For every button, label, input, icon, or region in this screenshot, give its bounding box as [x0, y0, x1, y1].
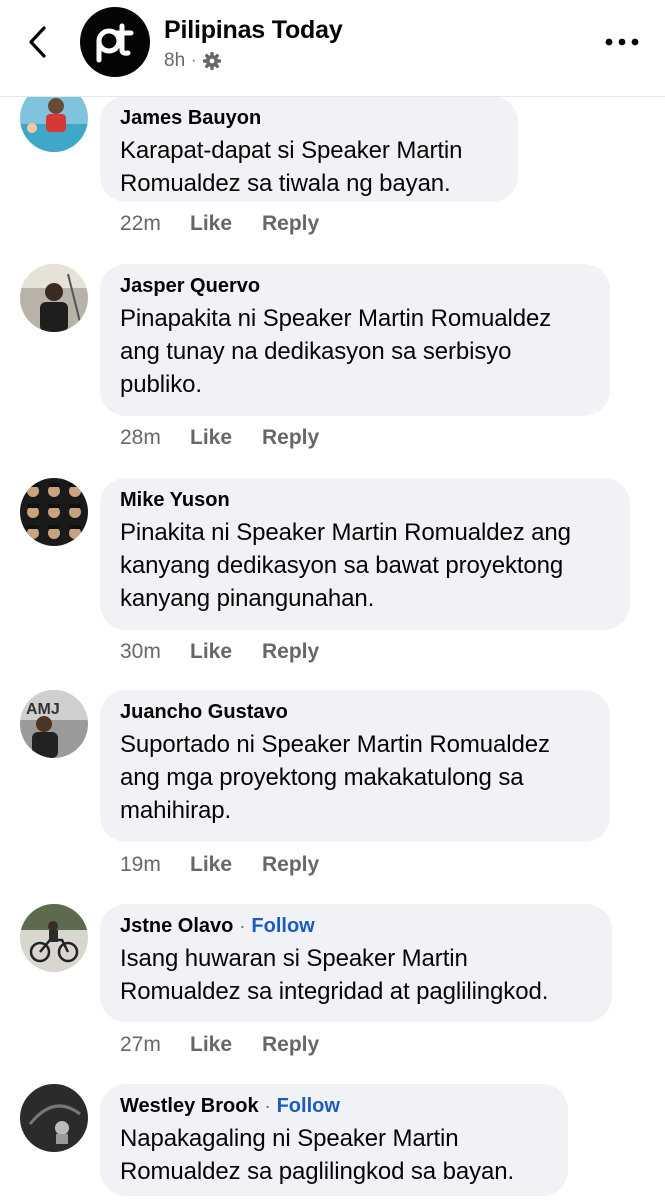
more-options-button[interactable] [598, 22, 646, 62]
comment-bubble: Mike Yuson Pinakita ni Speaker Martin Ro… [100, 478, 630, 630]
avatar[interactable] [20, 264, 88, 332]
comment-bubble: Jasper Quervo Pinapakita ni Speaker Mart… [100, 264, 610, 416]
chevron-left-icon [29, 26, 46, 58]
comment-actions: 28m Like Reply [120, 426, 319, 450]
comment-author[interactable]: James Bauyon [120, 107, 261, 130]
comment-author[interactable]: Westley Brook [120, 1095, 259, 1118]
comment-time[interactable]: 27m [120, 1033, 190, 1057]
back-button[interactable] [18, 22, 58, 62]
comment-text: Karapat-dapat si Speaker Martin Romualde… [120, 137, 463, 197]
post-header: Pilipinas Today 8h · [0, 0, 665, 97]
like-button[interactable]: Like [190, 853, 262, 877]
like-button[interactable]: Like [190, 212, 262, 236]
reply-button[interactable]: Reply [262, 853, 319, 877]
comment-text: Isang huwaran si Speaker Martin Romualde… [120, 945, 549, 1005]
page-avatar[interactable] [80, 7, 150, 77]
reply-button[interactable]: Reply [262, 640, 319, 664]
svg-text:AMJ: AMJ [26, 701, 60, 718]
avatar[interactable]: AMJ [20, 690, 88, 758]
comment-actions: 22m Like Reply [120, 212, 319, 236]
author-separator: · [239, 915, 246, 936]
follow-button[interactable]: Follow [277, 1095, 340, 1118]
comment-time[interactable]: 30m [120, 640, 190, 664]
comment-actions: 19m Like Reply [120, 853, 319, 877]
comment-text: Napakagaling ni Speaker Martin Romualdez… [120, 1125, 515, 1185]
more-horizontal-icon [605, 38, 639, 46]
comment-bubble: James Bauyon Karapat-dapat si Speaker Ma… [100, 96, 518, 202]
comment-author[interactable]: Jasper Quervo [120, 275, 260, 298]
like-button[interactable]: Like [190, 426, 262, 450]
page-name[interactable]: Pilipinas Today [164, 16, 343, 45]
comment-time[interactable]: 28m [120, 426, 190, 450]
reply-button[interactable]: Reply [262, 212, 319, 236]
comment-bubble: Juancho Gustavo Suportado ni Speaker Mar… [100, 690, 610, 842]
follow-button[interactable]: Follow [251, 915, 314, 938]
comment-author[interactable]: Juancho Gustavo [120, 701, 288, 724]
like-button[interactable]: Like [190, 640, 262, 664]
avatar[interactable] [20, 478, 88, 546]
comment-text: Pinapakita ni Speaker Martin Romualdez a… [120, 305, 552, 398]
post-meta: 8h · [164, 50, 222, 72]
comment-time[interactable]: 22m [120, 212, 190, 236]
pilipinas-today-logo [96, 23, 134, 63]
comment-actions: 30m Like Reply [120, 640, 319, 664]
post-age[interactable]: 8h [164, 50, 185, 72]
comment-bubble: Jstne Olavo · Follow Isang huwaran si Sp… [100, 904, 612, 1022]
comments-screen: Pilipinas Today 8h · James Bauyon Karapa… [0, 0, 665, 1200]
like-button[interactable]: Like [190, 1033, 262, 1057]
comment-text: Suportado ni Speaker Martin Romualdez an… [120, 731, 550, 824]
comment-author[interactable]: Mike Yuson [120, 489, 230, 512]
avatar[interactable] [20, 904, 88, 972]
comment-actions: 27m Like Reply [120, 1033, 319, 1057]
comment-time[interactable]: 19m [120, 853, 190, 877]
comment-bubble: Westley Brook · Follow Napakagaling ni S… [100, 1084, 568, 1196]
gear-icon [203, 52, 222, 70]
reply-button[interactable]: Reply [262, 426, 319, 450]
avatar[interactable] [20, 1084, 88, 1152]
meta-separator: · [191, 52, 197, 69]
reply-button[interactable]: Reply [262, 1033, 319, 1057]
author-separator: · [264, 1095, 271, 1116]
comment-author[interactable]: Jstne Olavo [120, 915, 233, 938]
comment-text: Pinakita ni Speaker Martin Romualdez ang… [120, 519, 571, 612]
